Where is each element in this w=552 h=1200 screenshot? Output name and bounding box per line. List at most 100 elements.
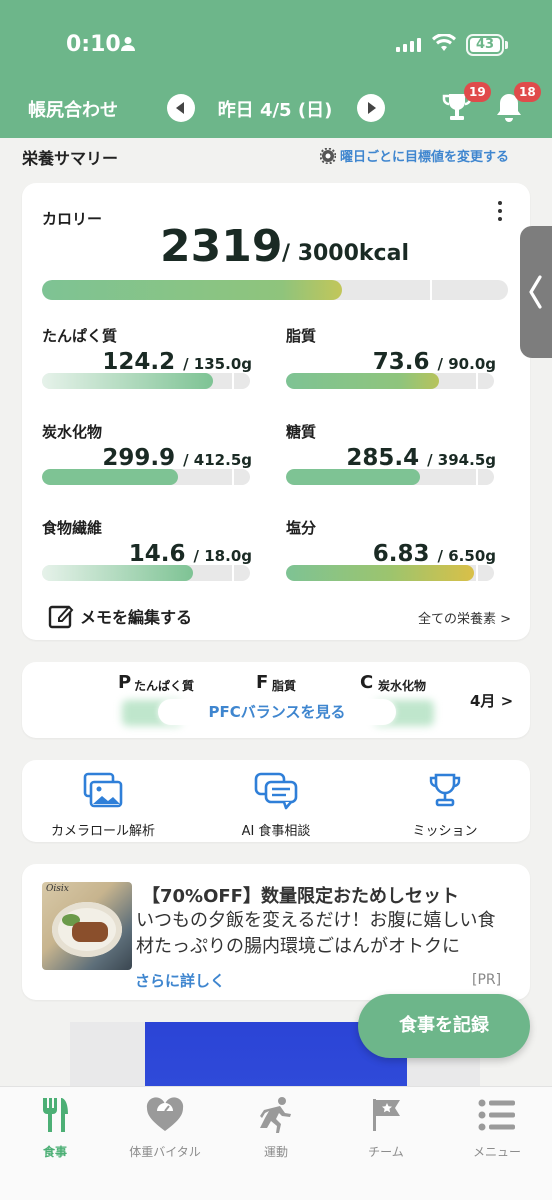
triangle-right-icon [368,102,376,114]
all-nutrients-link[interactable]: 全ての栄養素 > [418,608,511,627]
ad-food-image: Oisix [42,882,132,970]
mission-label: ミッション [412,824,478,839]
calorie-progress-bar [42,280,508,300]
camera-roll-analysis-button[interactable]: カメラロール解析 [28,772,178,839]
battery-level: 43 [470,38,500,52]
change-target-label: 曜日ごとに目標値を変更する [340,150,510,165]
nutrient-value: 285.4 [346,445,420,471]
ad-pr-label: [PR] [472,972,502,988]
pfc-p-letter: P [118,672,132,693]
scale-heart-icon [146,1097,184,1131]
nutrient-target: / 18.0g [193,547,252,565]
tab-exercise-label: 運動 [263,1145,288,1159]
ad-body: いつもの夕飯を変えるだけ！お腹に嬉しい食材たっぷりの腸内環境ごはんがオトクに [136,910,496,957]
balance-adjust-title[interactable]: 帳尻合わせ [28,96,118,122]
pfc-c-name: 炭水化物 [378,679,427,693]
nutrient-target: / 394.5g [427,451,496,469]
calorie-value: 2319 [160,221,283,272]
gear-icon [320,147,336,164]
nutrient-progress-bar [286,565,494,581]
pfc-month-link[interactable]: 4月 > [470,690,513,711]
nutrition-summary-card: カロリー 2319 / 3000kcal たんぱく質 / 135.0g 124.2 脂… [22,183,530,640]
camera-roll-analysis-label: カメラロール解析 [50,824,155,839]
calorie-target: / 3000kcal [282,241,409,266]
nutrient-progress-bar [286,373,494,389]
change-target-link[interactable]: 曜日ごとに目標値を変更する [320,146,509,165]
ai-meal-consult-label: AI 食事相談 [241,824,311,839]
pfc-f-name: 脂質 [272,679,297,693]
mission-button[interactable]: ミッション [370,772,520,839]
photos-icon [83,772,123,808]
nutrient-target: / 6.50g [437,547,496,565]
ad-card[interactable]: Oisix 【70%OFF】数量限定おためしセット いつもの夕飯を変えるだけ！お… [22,864,530,1000]
calorie-progress-fill [42,280,342,300]
nutrient-name: 塩分 [286,519,317,537]
nutrient-value: 6.83 [372,541,430,567]
nutrient-name: 炭水化物 [42,423,103,441]
nutrient-name: 糖質 [286,423,317,441]
nutrient-progress-bar [286,469,494,485]
person-icon [121,37,135,51]
nutrient-target: / 90.0g [437,355,496,373]
trophy-icon [429,773,461,807]
ad-image-logo: Oisix [46,884,69,894]
nutrient-name: たんぱく質 [42,327,118,345]
nutrient-value: 14.6 [128,541,186,567]
view-pfc-balance-button[interactable]: PFCバランスを見る [158,699,396,725]
bottom-tab-bar: 食事 体重バイタル 運動 チーム メニュー [0,1086,552,1200]
edit-memo-label: メモを編集する [80,608,193,627]
tab-team[interactable]: チーム [331,1093,441,1160]
tab-weight-vital-label: 体重バイタル [129,1145,201,1159]
next-date-button[interactable] [357,94,385,122]
side-panel-handle[interactable] [520,226,552,358]
tab-weight-vital[interactable]: 体重バイタル [110,1093,220,1160]
bell-badge: 18 [514,82,541,102]
tab-menu[interactable]: メニュー [442,1093,552,1160]
tab-menu-label: メニュー [472,1145,521,1159]
status-time: 0:10 [66,32,121,57]
pfc-c-letter: C [360,672,374,693]
tab-exercise[interactable]: 運動 [221,1093,331,1160]
pfc-balance-card[interactable]: P たんぱく質 F 脂質 C 炭水化物 PFCバランスを見る 4月 > [22,662,530,738]
record-meal-button[interactable]: 食事を記録 [358,994,530,1058]
tab-meal[interactable]: 食事 [0,1093,110,1160]
app-header: 0:10 43 帳尻合わせ 昨日 4/5 (日) 19 18 [0,0,552,138]
tab-meal-label: 食事 [42,1145,67,1159]
ai-meal-consult-button[interactable]: AI 食事相談 [201,772,351,839]
runner-icon [260,1097,291,1133]
nutrient-progress-fill [286,373,439,389]
edit-memo-button[interactable]: メモを編集する [48,603,192,629]
nutrient-progress-fill [42,469,178,485]
calorie-label: カロリー [42,210,103,228]
nutrient-progress-fill [286,469,420,485]
nutrient-name: 脂質 [286,327,317,345]
nutrient-value: 299.9 [102,445,176,471]
nutrient-progress-bar [42,469,250,485]
triangle-left-icon [176,102,184,114]
current-date[interactable]: 昨日 4/5 (日) [210,96,340,122]
battery-icon: 43 [466,34,504,56]
nutrient-target: / 412.5g [183,451,252,469]
tab-team-label: チーム [368,1145,404,1159]
pfc-f-letter: F [256,672,269,693]
flag-icon [373,1099,400,1131]
nutrient-name: 食物繊維 [42,519,103,537]
nutrient-progress-bar [42,565,250,581]
fork-knife-icon [43,1098,68,1132]
prev-date-button[interactable] [167,94,195,122]
shortcuts-card: カメラロール解析 AI 食事相談 ミッション [22,760,530,842]
nutrition-summary-title: 栄養サマリー [22,149,119,168]
nutrient-progress-fill [286,565,474,581]
more-options-icon[interactable] [498,201,502,221]
pfc-p-name: たんぱく質 [134,679,195,693]
chat-icon [254,772,298,810]
edit-note-icon [48,605,74,629]
chevron-left-icon [529,275,542,309]
wifi-icon [432,34,456,51]
ad-more-link[interactable]: さらに詳しく [135,970,225,991]
nutrient-progress-fill [42,373,213,389]
ad-title: 【70%OFF】数量限定おためしセット [142,886,459,907]
nutrient-progress-bar [42,373,250,389]
nutrient-progress-fill [42,565,193,581]
menu-list-icon [478,1099,515,1131]
